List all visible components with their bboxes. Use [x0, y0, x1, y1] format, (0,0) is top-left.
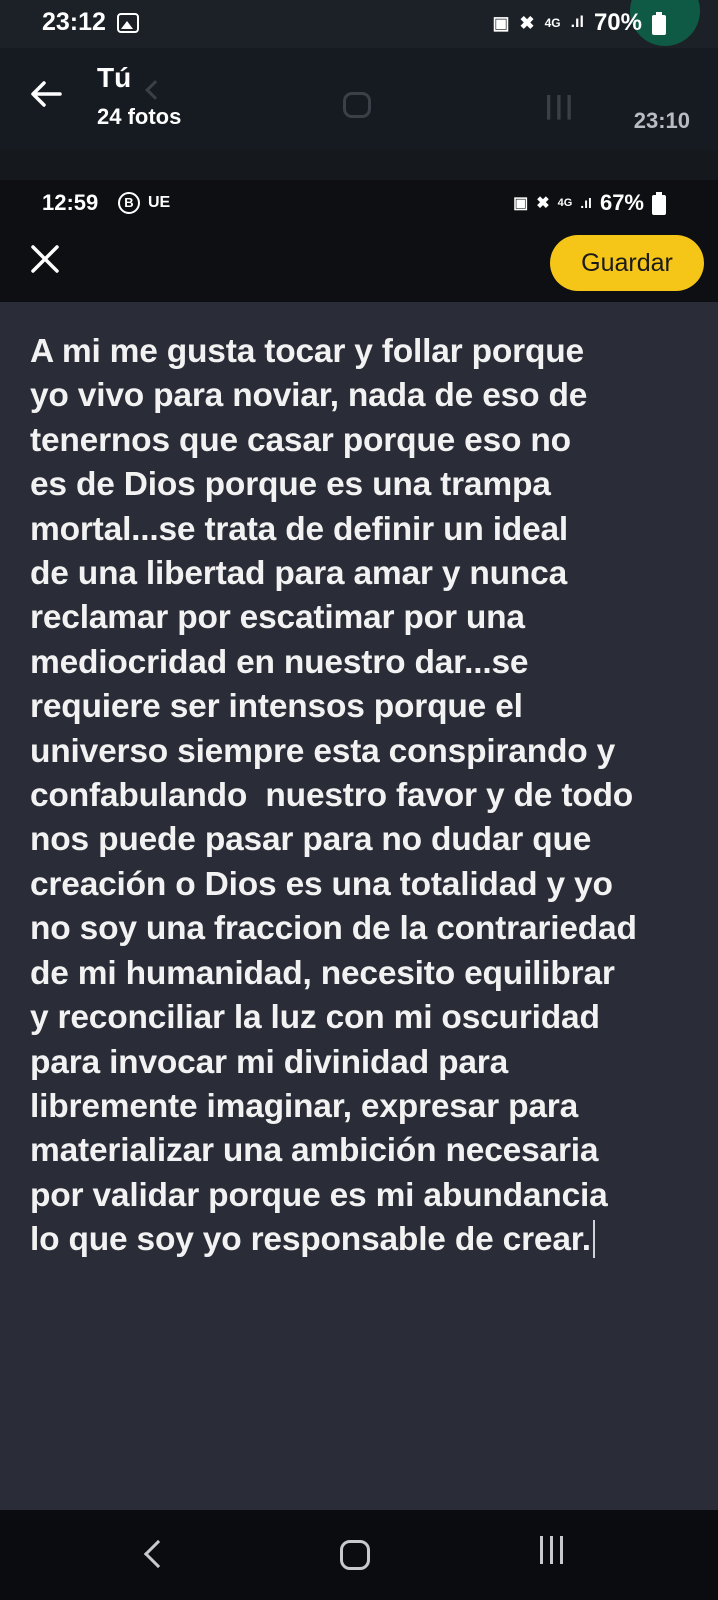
image-icon [117, 13, 139, 33]
ghost-chevron-icon [145, 80, 165, 100]
status-time: 23:12 [42, 8, 106, 36]
signal-icon: .ıl [580, 195, 592, 211]
photo-count: 24 fotos [97, 104, 182, 129]
lock-icon: ▣ [492, 12, 510, 33]
signal-icon: .ıl [570, 14, 584, 31]
inner-status-bar: 12:59 B UE ▣ ✖ 4G .ıl 67% [0, 180, 718, 226]
message-timestamp: 23:10 [633, 108, 690, 133]
recents-icon[interactable] [540, 1536, 563, 1564]
battery-percent: 70% [593, 9, 642, 36]
mute-icon: ✖ [536, 195, 550, 212]
arrow-left-icon[interactable] [28, 76, 64, 112]
mute-icon: ✖ [519, 12, 535, 33]
text-editor[interactable]: A mi me gusta tocar y follar porque yo v… [0, 302, 718, 1510]
conversation-title: Tú [97, 62, 132, 93]
home-icon[interactable] [340, 1540, 370, 1570]
viewer-header: Tú 24 fotos ||| 23:10 [0, 48, 718, 150]
battery-icon [652, 12, 666, 35]
chevron-left-icon[interactable] [143, 1539, 173, 1569]
editor-text: A mi me gusta tocar y follar porque yo v… [30, 333, 637, 1259]
network-icon: 4G [544, 16, 561, 30]
outer-status-bar: 23:12 ▣ ✖ 4G .ıl 70% [0, 0, 718, 48]
ghost-home-icon [343, 92, 371, 118]
battery-icon [652, 192, 666, 215]
save-button[interactable]: Guardar [550, 235, 704, 291]
ghost-recents-icon: ||| [545, 90, 576, 120]
editor-toolbar: Guardar [0, 226, 718, 302]
battery-percent: 67% [599, 190, 644, 215]
carrier-badge-icon: B [118, 192, 140, 214]
system-nav-bar [0, 1510, 718, 1600]
inner-status-time: 12:59 [42, 190, 99, 215]
lock-icon: ▣ [513, 195, 529, 212]
text-cursor [592, 1220, 595, 1259]
editor-text-area[interactable]: A mi me gusta tocar y follar porque yo v… [30, 330, 700, 1263]
screenshot-frame [0, 150, 718, 180]
close-icon[interactable] [28, 242, 62, 276]
status-indicators: ▣ ✖ 4G .ıl 70% [492, 9, 666, 37]
network-icon: 4G [557, 197, 573, 209]
inner-status-indicators: ▣ ✖ 4G .ıl 67% [513, 190, 666, 216]
carrier-label: UE [148, 194, 171, 211]
